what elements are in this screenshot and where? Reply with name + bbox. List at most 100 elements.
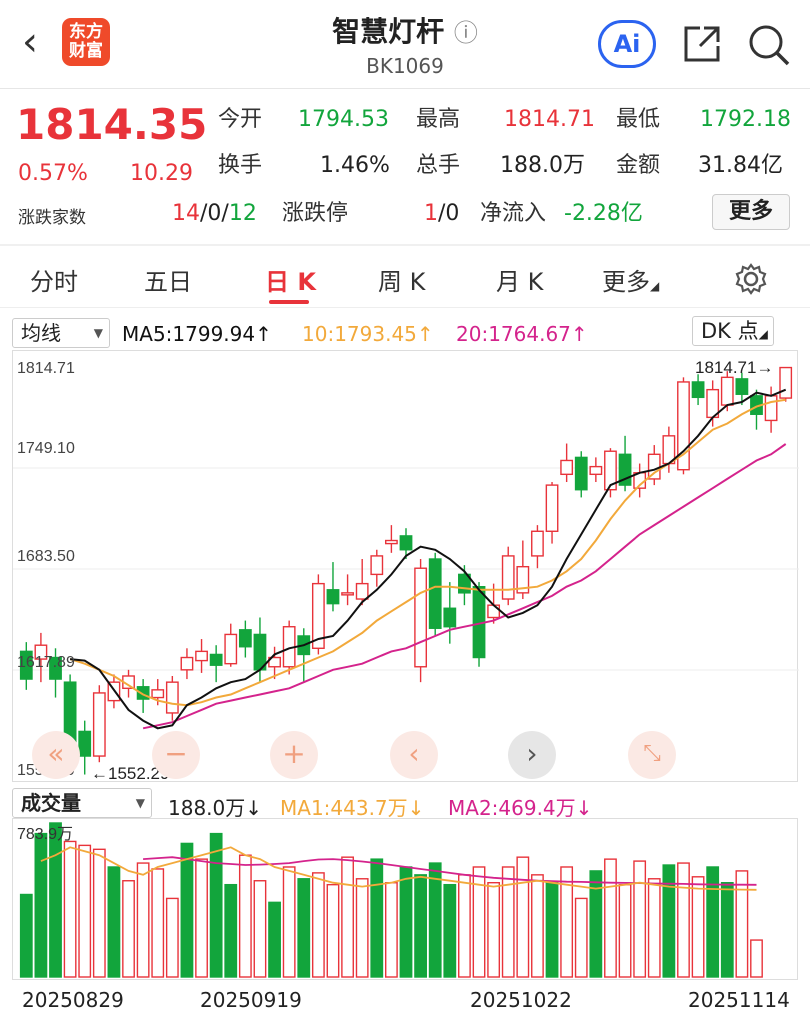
- step-left-icon[interactable]: ‹: [390, 731, 438, 779]
- candle-body: [326, 589, 340, 605]
- candle-body: [224, 633, 238, 665]
- candle-body: [428, 558, 442, 629]
- date-label: 20251022: [470, 988, 572, 1012]
- high-value: 1814.71: [504, 107, 595, 132]
- candle-body: [385, 539, 398, 545]
- tab-weekly-k[interactable]: 周 K: [378, 262, 425, 297]
- volume-bar: [355, 878, 369, 978]
- fast-backward-icon[interactable]: «: [32, 731, 80, 779]
- tab-monthly-k[interactable]: 月 K: [496, 262, 543, 297]
- candle-body: [355, 582, 369, 600]
- ai-assistant-button[interactable]: Ai: [598, 20, 656, 68]
- candle-body: [341, 592, 354, 596]
- dropdown-arrow-icon: ▼: [93, 326, 103, 340]
- high-label: 最高: [416, 107, 461, 132]
- tab-intraday[interactable]: 分时: [30, 262, 78, 297]
- info-icon[interactable]: ⓘ: [454, 19, 478, 47]
- volume-bar: [589, 870, 603, 978]
- volume-bar: [618, 883, 632, 978]
- candle-body: [443, 607, 457, 628]
- volume-bar: [268, 901, 281, 978]
- low-value: 1792.18: [700, 107, 791, 132]
- indicator-select[interactable]: 均线 ▼: [12, 318, 110, 348]
- more-quote-button[interactable]: 更多: [712, 194, 790, 230]
- turnover-value: 1.46%: [320, 153, 390, 178]
- volume-current: 188.0万↓: [168, 796, 263, 820]
- volume-bar: [195, 858, 208, 978]
- tab-five-day[interactable]: 五日: [144, 262, 192, 297]
- y-axis-label: 1814.71: [17, 360, 75, 377]
- netflow-label: 净流入: [480, 201, 547, 226]
- volume-bar: [633, 860, 647, 978]
- candle-body: [501, 555, 515, 600]
- zoom-out-icon[interactable]: −: [152, 731, 200, 779]
- date-label: 20250919: [200, 988, 302, 1012]
- volume-bar: [531, 874, 544, 978]
- volume-bar: [19, 893, 33, 978]
- limit-label: 涨跌停: [282, 201, 349, 226]
- netflow-value: -2.28亿: [564, 201, 643, 226]
- candle-body: [195, 650, 208, 662]
- settings-gear-icon[interactable]: [734, 262, 768, 296]
- candle-body: [691, 381, 705, 399]
- breadth-label: 涨跌家数: [18, 208, 86, 228]
- volume-label: 总手: [416, 153, 461, 178]
- zoom-in-icon[interactable]: +: [270, 731, 318, 779]
- active-tab-underline: [269, 300, 309, 304]
- volume-bar: [341, 856, 354, 978]
- corner-triangle-icon: ◢: [650, 279, 660, 293]
- volume-bar: [443, 883, 457, 978]
- candle-body: [238, 629, 252, 648]
- ma20-value: 20:1764.67↑: [456, 322, 588, 346]
- volume-bar: [34, 832, 48, 978]
- candle-body: [370, 555, 384, 576]
- change-amount: 10.29: [130, 161, 193, 186]
- down-arrow-icon: ↓: [575, 796, 593, 820]
- tab-daily-k[interactable]: 日 K: [265, 262, 316, 297]
- candle-body: [399, 535, 413, 551]
- volume-bar: [224, 883, 238, 978]
- kline-svg: 1814.711749.101683.501617.891552.291814.…: [13, 358, 799, 783]
- volume-bar: [370, 858, 384, 978]
- candle-body: [720, 376, 734, 406]
- tab-more[interactable]: 更多◢: [602, 262, 659, 297]
- candle-body: [531, 530, 544, 557]
- top-nav-bar: ‹ 东方 财富 智慧灯杆 ⓘ BK1069 Ai: [0, 0, 810, 86]
- down-arrow-icon: ↓: [245, 796, 263, 820]
- volume-bar: [735, 870, 749, 978]
- dk-point-button[interactable]: DK 点◢: [692, 316, 774, 346]
- search-icon[interactable]: [746, 22, 792, 68]
- candle-body: [165, 681, 179, 714]
- volume-bar: [92, 848, 106, 978]
- volume-bar: [487, 882, 501, 978]
- volume-bar: [647, 878, 661, 978]
- volume-bar: [151, 868, 165, 978]
- volume-bar: [165, 897, 179, 978]
- share-icon[interactable]: [680, 22, 724, 66]
- high-price-marker: 1814.71→: [695, 358, 773, 377]
- candle-body: [78, 730, 92, 757]
- volume-bar: [458, 874, 471, 978]
- candle-body: [764, 395, 778, 422]
- volume-bar: [297, 878, 311, 978]
- volume-indicator-select[interactable]: 成交量 ▼: [12, 788, 152, 818]
- volume-chart[interactable]: 783.9万: [12, 818, 798, 980]
- volume-svg: 783.9万: [17, 822, 763, 978]
- fullscreen-icon[interactable]: ⤡: [628, 731, 676, 779]
- sector-name: 智慧灯杆: [332, 15, 445, 48]
- up-arrow-icon: ↑: [416, 322, 434, 346]
- corner-triangle-icon: ◢: [758, 327, 768, 341]
- volume-bar: [311, 872, 325, 978]
- volume-bar: [545, 882, 559, 978]
- volume-bar: [662, 864, 676, 978]
- volume-bar: [385, 882, 398, 978]
- quote-panel: 1814.35 0.57% 10.29 涨跌家数 14/0/12 今开 1794…: [0, 92, 810, 242]
- open-value: 1794.53: [298, 107, 389, 132]
- up-arrow-icon: ↑: [570, 322, 588, 346]
- breadth-counts: 14/0/12: [172, 201, 257, 226]
- up-arrow-icon: ↑: [255, 322, 272, 346]
- candle-body: [589, 465, 603, 476]
- volume-bar: [414, 874, 427, 978]
- kline-chart[interactable]: 1814.711749.101683.501617.891552.291814.…: [12, 350, 799, 783]
- step-right-icon[interactable]: ›: [508, 731, 556, 779]
